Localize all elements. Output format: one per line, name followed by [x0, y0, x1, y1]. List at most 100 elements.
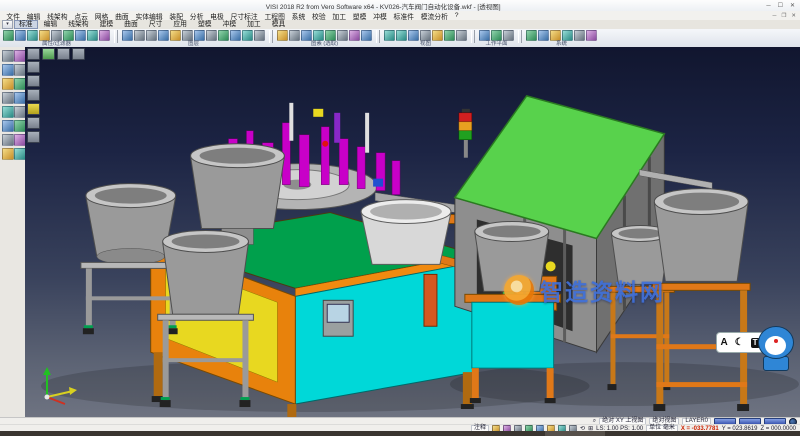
menu-flow-analysis[interactable]: 模流分析 [417, 11, 451, 21]
layer-new-icon[interactable] [122, 30, 133, 41]
move-icon[interactable] [2, 92, 14, 104]
menu-drawing[interactable]: 工程图 [261, 11, 288, 21]
tab-die[interactable]: 模具 [267, 20, 291, 29]
tab-wireframe[interactable]: 线架构 [63, 20, 93, 29]
menu-verify[interactable]: 校验 [309, 11, 329, 21]
group-icon[interactable] [2, 148, 14, 160]
help-icon[interactable] [574, 30, 585, 41]
bowl-feeder[interactable] [654, 189, 748, 282]
menu-system[interactable]: 系统 [288, 11, 308, 21]
layer-on-icon[interactable] [134, 30, 145, 41]
menu-machining[interactable]: 加工 [329, 11, 349, 21]
menu-dimension[interactable]: 尺寸标注 [227, 11, 261, 21]
menu-pointcloud[interactable]: 点云 [71, 11, 91, 21]
select-by-type-icon[interactable] [87, 30, 98, 41]
zoom-all-icon[interactable] [384, 30, 395, 41]
macro-icon[interactable] [562, 30, 573, 41]
maximize-button[interactable]: ☐ [778, 3, 783, 9]
reset-filter-icon[interactable] [99, 30, 110, 41]
close-button[interactable]: ✕ [790, 3, 795, 9]
bowl-feeder[interactable] [86, 184, 176, 265]
invert-selection-icon[interactable] [349, 30, 360, 41]
layer-move-icon[interactable] [194, 30, 205, 41]
menu-assembly[interactable]: 装配 [166, 11, 186, 21]
layer-current-icon[interactable] [170, 30, 181, 41]
menu-standard-parts[interactable]: 标准件 [390, 11, 417, 21]
select-by-layer-icon[interactable] [75, 30, 86, 41]
measure-button[interactable] [27, 103, 40, 115]
tab-machining[interactable]: 加工 [242, 20, 266, 29]
toolbar-dropdown-button[interactable]: ▾ [2, 20, 13, 29]
tab-progress[interactable]: 冲模 [218, 20, 242, 29]
trim-icon[interactable] [2, 64, 14, 76]
layer-off-icon[interactable] [146, 30, 157, 41]
tab-surface[interactable]: 曲面 [119, 20, 143, 29]
rotate-view-icon[interactable] [432, 30, 443, 41]
menu-mesh[interactable]: 网格 [91, 11, 111, 21]
menu-surface[interactable]: 曲面 [112, 11, 132, 21]
settings-icon[interactable] [526, 30, 537, 41]
pan-icon[interactable] [420, 30, 431, 41]
offset-icon[interactable] [2, 120, 14, 132]
input-method-bar[interactable]: A ☾ T [716, 332, 764, 353]
workplane-align-icon[interactable] [491, 30, 502, 41]
fillet-icon[interactable] [2, 134, 14, 146]
copy-icon[interactable] [2, 106, 14, 118]
zoom-fit-button[interactable] [27, 75, 40, 87]
selection-icon[interactable] [2, 50, 14, 62]
ime-language-icon[interactable]: A [720, 337, 727, 348]
doraemon-mascot-image[interactable] [758, 326, 796, 376]
color-filter-icon[interactable] [3, 30, 14, 41]
render-mode-button[interactable] [27, 131, 40, 143]
zoom-previous-icon[interactable] [408, 30, 419, 41]
select-window-icon[interactable] [289, 30, 300, 41]
bowl-feeder[interactable] [361, 200, 451, 265]
ime-moon-icon[interactable]: ☾ [735, 337, 744, 348]
deselect-icon[interactable] [337, 30, 348, 41]
select-chain-icon[interactable] [301, 30, 312, 41]
menu-mould[interactable]: 塑模 [349, 11, 369, 21]
select-solid-icon[interactable] [313, 30, 324, 41]
linetype-filter-icon[interactable] [15, 30, 26, 41]
workplane-xy-icon[interactable] [479, 30, 490, 41]
tab-modeling[interactable]: 建模 [95, 20, 119, 29]
info-icon[interactable] [586, 30, 597, 41]
selection-info-icon[interactable] [361, 30, 372, 41]
tab-application[interactable]: 应用 [168, 20, 192, 29]
tab-edit[interactable]: 编辑 [39, 20, 63, 29]
view-cube-button[interactable] [27, 48, 40, 60]
layer-freeze-icon[interactable] [158, 30, 169, 41]
signal-tower[interactable] [459, 109, 472, 158]
minimize-button[interactable]: ─ [766, 3, 770, 9]
shaded-view-icon[interactable] [444, 30, 455, 41]
calculator-icon[interactable] [550, 30, 561, 41]
select-all-icon[interactable] [277, 30, 288, 41]
workplane-reset-icon[interactable] [503, 30, 514, 41]
entity-filter-icon[interactable] [39, 30, 50, 41]
mask-filter-icon[interactable] [51, 30, 62, 41]
layer-list-icon[interactable] [182, 30, 193, 41]
menu-electrode[interactable]: 电极 [207, 11, 227, 21]
iso-view-button[interactable] [42, 48, 55, 60]
tab-dimension[interactable]: 尺寸 [144, 20, 168, 29]
menu-solid-edit[interactable]: 实体编辑 [132, 11, 166, 21]
section-button[interactable] [27, 117, 40, 129]
bowl-feeder[interactable] [163, 231, 249, 315]
layer-isolate-icon[interactable] [218, 30, 229, 41]
menu-help[interactable]: ? [451, 12, 462, 19]
layer-settings-icon[interactable] [242, 30, 253, 41]
select-by-color-icon[interactable] [63, 30, 74, 41]
mdi-restore-button[interactable]: ❐ [781, 13, 786, 19]
measure-icon[interactable] [2, 78, 14, 90]
zoom-window-icon[interactable] [396, 30, 407, 41]
orbit-button[interactable] [27, 61, 40, 73]
mdi-close-button[interactable]: ✕ [791, 13, 796, 19]
top-view-button[interactable] [57, 48, 70, 60]
menu-progress[interactable]: 冲模 [370, 11, 390, 21]
layer-copy-icon[interactable] [206, 30, 217, 41]
mdi-minimize-button[interactable]: ─ [773, 13, 777, 19]
pan-button[interactable] [27, 89, 40, 101]
menu-edit[interactable]: 编辑 [23, 11, 43, 21]
menu-wireframe[interactable]: 线架构 [44, 11, 71, 21]
database-icon[interactable] [538, 30, 549, 41]
